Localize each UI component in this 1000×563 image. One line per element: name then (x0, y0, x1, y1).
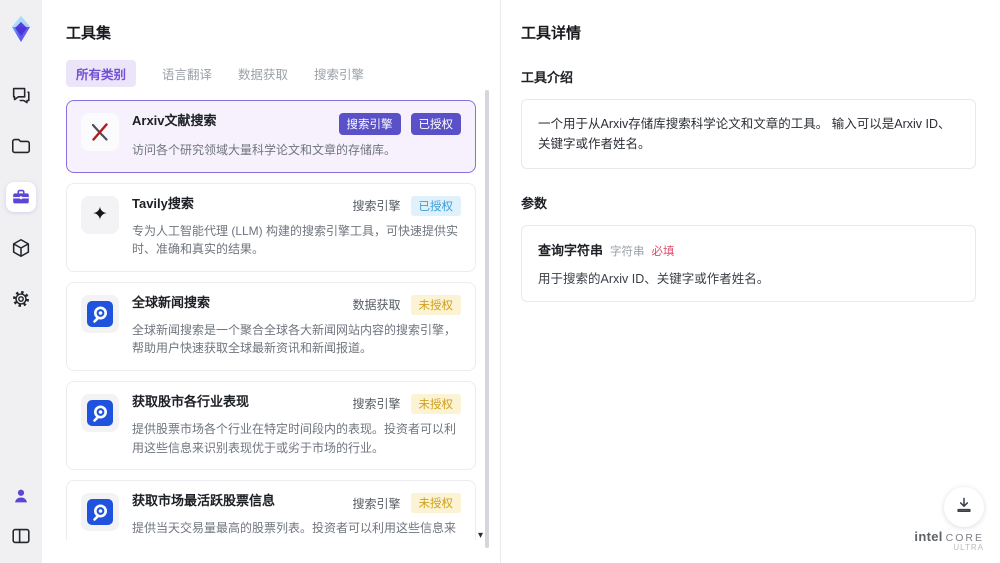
cube-icon (10, 237, 32, 259)
app-logo-icon (6, 14, 36, 44)
sidebar-item-account[interactable] (6, 481, 36, 511)
auth-status-badge: 已授权 (410, 195, 461, 216)
tool-card-global-news[interactable]: 全球新闻搜索 数据获取 未授权 全球新闻搜索是一个聚合全球各大新闻网站内容的搜索… (66, 281, 476, 371)
user-icon (10, 485, 32, 507)
news-search-icon (81, 393, 119, 432)
tool-card-stock-sectors[interactable]: 获取股市各行业表现 搜索引擎 未授权 提供股票市场各个行业在特定时间段内的表现。… (66, 380, 476, 471)
param-required-badge: 必填 (651, 246, 675, 258)
param-box: 查询字符串 字符串 必填 用于搜索的Arxiv ID、关键字或作者姓名。 (521, 225, 976, 302)
tool-name: 全球新闻搜索 (132, 294, 211, 310)
tool-card-arxiv[interactable]: Arxiv文献搜索 搜索引擎 已授权 访问各个研究领域大量科学论文和文章的存储库… (66, 100, 476, 173)
list-scrollbar[interactable] (485, 90, 489, 548)
tab-search-engine[interactable]: 搜索引擎 (314, 64, 364, 83)
auth-status-badge: 已授权 (410, 113, 461, 135)
app-window: 工具集 所有类别 语言翻译 数据获取 搜索引擎 Arxiv文献搜索 搜索引擎 已… (0, 0, 1000, 563)
category-badge: 搜索引擎 (352, 199, 401, 214)
sidebar-item-chat[interactable] (6, 80, 36, 110)
tool-name: Tavily搜索 (132, 195, 194, 211)
category-badge: 搜索引擎 (352, 397, 401, 412)
toolset-panel: 工具集 所有类别 语言翻译 数据获取 搜索引擎 Arxiv文献搜索 搜索引擎 已… (42, 0, 500, 563)
download-icon (954, 495, 974, 520)
page-title: 工具集 (66, 25, 112, 42)
sidebar-item-settings[interactable] (6, 284, 36, 314)
scroll-more-indicator[interactable]: ▾ (478, 530, 483, 541)
sparkle-glyph: ✦ (92, 204, 108, 226)
tool-description: 提供当天交易量最高的股票列表。投资者可以利用这些信息来识别流动性强的股票和潜在的… (132, 521, 457, 540)
arxiv-icon (81, 113, 119, 151)
tool-list: Arxiv文献搜索 搜索引擎 已授权 访问各个研究领域大量科学论文和文章的存储库… (66, 100, 476, 540)
tool-card-tavily[interactable]: ✦ Tavily搜索 搜索引擎 已授权 专为人工智能代理 (LLM) 构建的搜索… (66, 182, 476, 272)
tool-name: 获取股市各行业表现 (132, 393, 250, 409)
param-type: 字符串 (610, 246, 645, 258)
intro-text: 一个用于从Arxiv存储库搜索科学论文和文章的工具。 输入可以是Arxiv ID… (538, 117, 951, 151)
tool-card-active-stocks[interactable]: 获取市场最活跃股票信息 搜索引擎 未授权 提供当天交易量最高的股票列表。投资者可… (66, 480, 476, 540)
news-search-icon (81, 294, 119, 333)
tool-description: 提供股票市场各个行业在特定时间段内的表现。投资者可以利用这些信息来识别表现优于或… (132, 421, 457, 455)
tab-data-fetch[interactable]: 数据获取 (238, 64, 288, 83)
auth-status-badge: 未授权 (410, 393, 461, 414)
category-badge: 数据获取 (352, 298, 401, 313)
auth-status-badge: 未授权 (410, 294, 461, 315)
sidebar-item-panel-toggle[interactable] (6, 521, 36, 551)
tool-description: 专为人工智能代理 (LLM) 构建的搜索引擎工具，可快速提供实时、准确和真实的结… (132, 223, 459, 257)
tavily-icon: ✦ (81, 195, 119, 234)
intel-core-logo: intel CORE ULTRA (914, 528, 984, 553)
tool-name: Arxiv文献搜索 (132, 113, 217, 128)
sidebar-item-models[interactable] (6, 233, 36, 263)
category-tabs: 所有类别 语言翻译 数据获取 搜索引擎 (66, 60, 476, 87)
category-badge: 搜索引擎 (352, 496, 401, 511)
sidebar-item-files[interactable] (6, 131, 36, 161)
panel-toggle-icon (10, 525, 32, 547)
auth-status-badge: 未授权 (410, 493, 461, 514)
sidebar-item-tools[interactable] (6, 182, 36, 212)
tool-name: 获取市场最活跃股票信息 (132, 493, 276, 509)
gear-icon (10, 288, 32, 310)
tool-description: 访问各个研究领域大量科学论文和文章的存储库。 (132, 143, 397, 157)
toolbox-icon (10, 186, 32, 208)
intro-heading: 工具介绍 (521, 70, 574, 85)
detail-title: 工具详情 (521, 25, 582, 42)
tab-all-categories[interactable]: 所有类别 (66, 60, 137, 87)
tool-description: 全球新闻搜索是一个聚合全球各大新闻网站内容的搜索引擎，帮助用户快速获取全球最新资… (132, 322, 457, 356)
news-search-icon (81, 493, 119, 532)
ultra-wordmark: ULTRA (953, 543, 984, 553)
tool-detail-panel: 工具详情 工具介绍 一个用于从Arxiv存储库搜索科学论文和文章的工具。 输入可… (500, 0, 1000, 563)
chat-icon (10, 84, 32, 106)
intro-box: 一个用于从Arxiv存储库搜索科学论文和文章的工具。 输入可以是Arxiv ID… (521, 99, 976, 169)
tab-language-translation[interactable]: 语言翻译 (162, 64, 212, 83)
left-rail (0, 0, 42, 563)
download-button[interactable] (944, 487, 984, 527)
params-heading: 参数 (521, 196, 548, 211)
folder-icon (10, 135, 32, 157)
category-badge: 搜索引擎 (338, 113, 401, 135)
param-description: 用于搜索的Arxiv ID、关键字或作者姓名。 (538, 272, 770, 286)
param-name: 查询字符串 (538, 243, 604, 258)
intel-wordmark: intel (914, 528, 943, 544)
